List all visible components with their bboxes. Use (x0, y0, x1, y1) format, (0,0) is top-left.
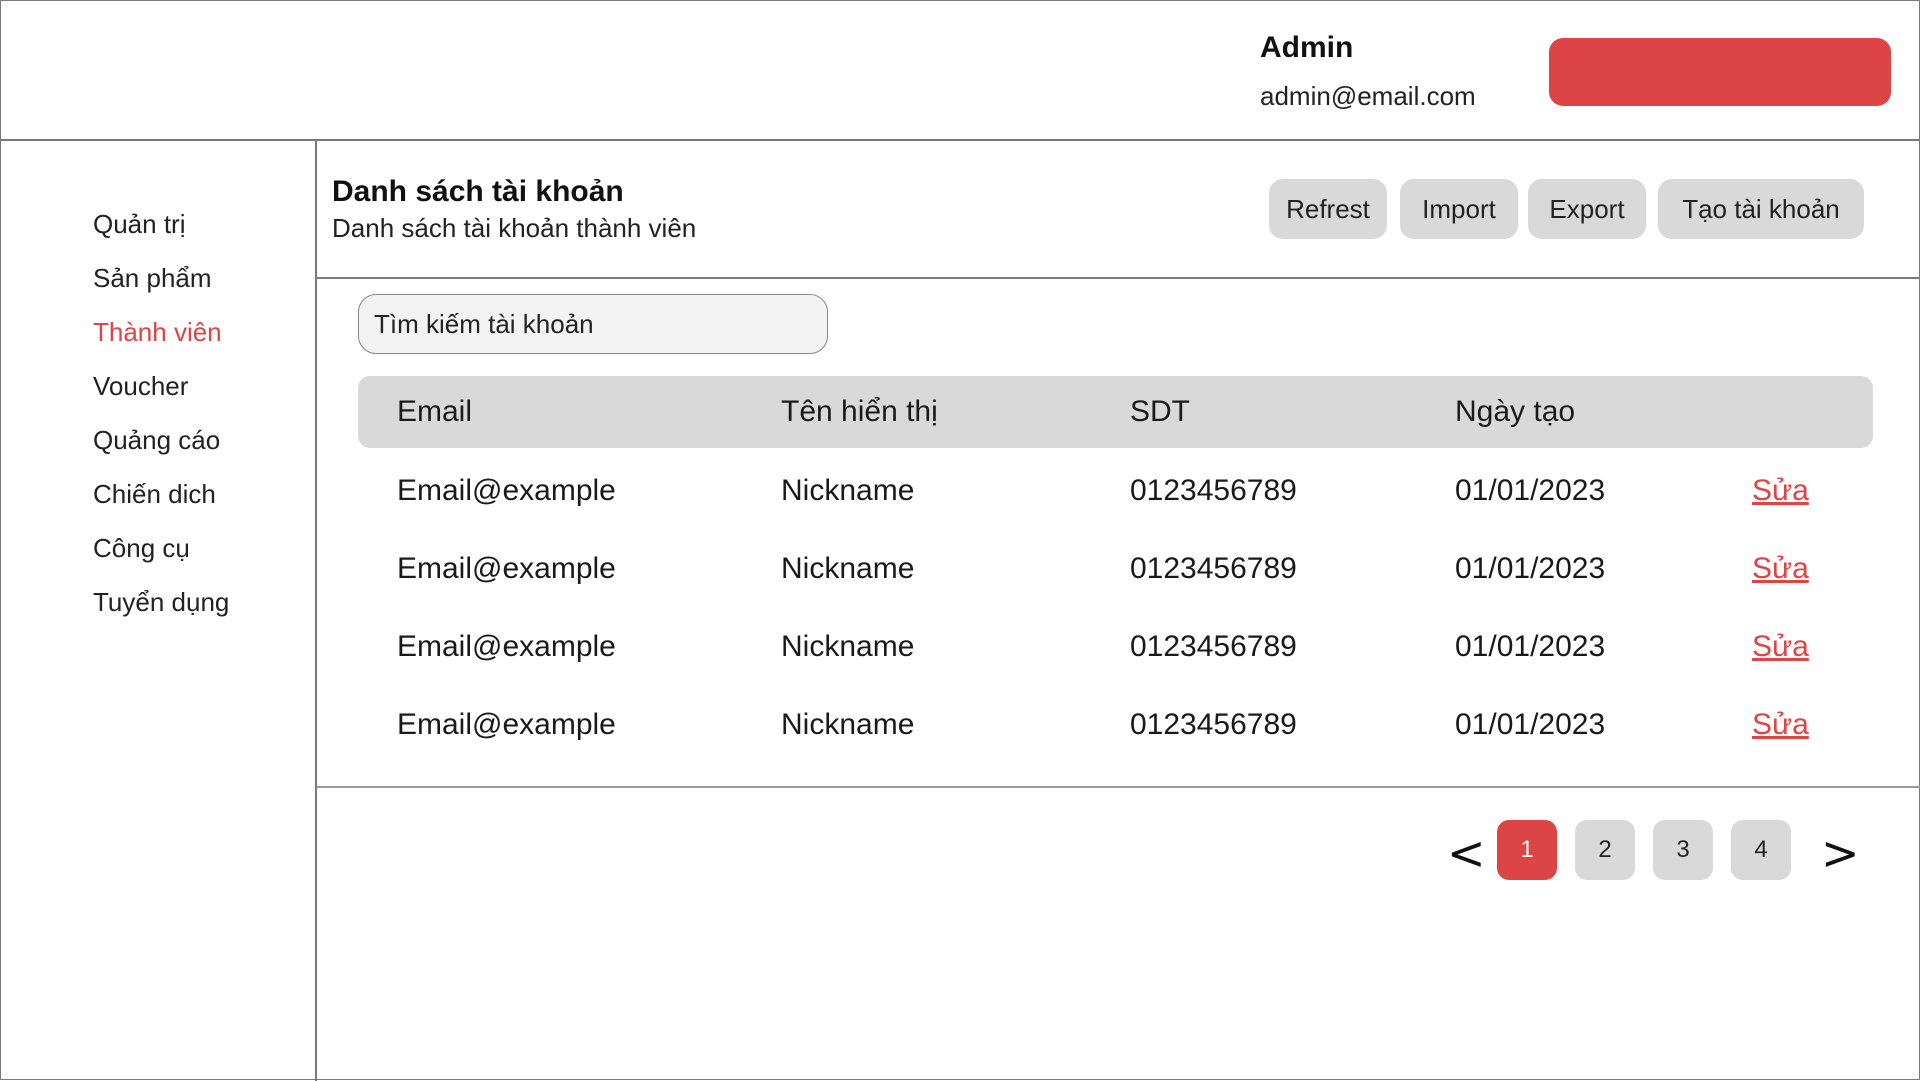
sidebar-item-quang-cao[interactable]: Quảng cáo (93, 425, 220, 456)
cell-nickname: Nickname (781, 708, 915, 741)
cell-nickname: Nickname (781, 474, 915, 507)
sidebar-item-san-pham[interactable]: Sản phẩm (93, 263, 212, 294)
user-email: admin@email.com (1260, 81, 1476, 111)
search-input[interactable] (358, 294, 828, 354)
cell-phone: 0123456789 (1130, 552, 1297, 585)
header-action-button[interactable] (1549, 38, 1891, 106)
cell-nickname: Nickname (781, 552, 915, 585)
table-row: Email@example Nickname 0123456789 01/01/… (358, 458, 1873, 536)
page-subtitle: Danh sách tài khoản thành viên (332, 213, 697, 243)
column-header-display-name[interactable]: Tên hiển thị (781, 395, 938, 429)
table-header: Email Tên hiển thị SDT Ngày tạo (358, 376, 1873, 448)
page-button-1[interactable]: 1 (1497, 820, 1557, 880)
refresh-button[interactable]: Refrest (1269, 179, 1387, 239)
cell-nickname: Nickname (781, 630, 915, 663)
cell-date: 01/01/2023 (1455, 474, 1606, 507)
column-header-email[interactable]: Email (397, 395, 472, 429)
cell-phone: 0123456789 (1130, 474, 1297, 507)
sidebar-item-tuyen-dung[interactable]: Tuyển dụng (93, 587, 229, 618)
edit-link[interactable]: Sửa (1752, 474, 1809, 508)
sidebar-item-thanh-vien[interactable]: Thành viên (93, 317, 222, 348)
page-header: Danh sách tài khoản Danh sách tài khoản … (317, 141, 1920, 279)
edit-link[interactable]: Sửa (1752, 630, 1809, 664)
sidebar-item-voucher[interactable]: Voucher (93, 371, 188, 402)
cell-email: Email@example (397, 552, 616, 585)
sidebar: Quản trị Sản phẩm Thành viên Voucher Quả… (1, 141, 317, 1081)
prev-page-button[interactable]: < (1447, 823, 1486, 883)
table-row: Email@example Nickname 0123456789 01/01/… (358, 614, 1873, 692)
app-frame: Admin admin@email.com Quản trị Sản phẩm … (0, 0, 1920, 1081)
table-row: Email@example Nickname 0123456789 01/01/… (358, 692, 1873, 770)
cell-phone: 0123456789 (1130, 708, 1297, 741)
cell-email: Email@example (397, 630, 616, 663)
user-name: Admin (1260, 31, 1354, 64)
page-button-3[interactable]: 3 (1653, 820, 1713, 880)
cell-date: 01/01/2023 (1455, 552, 1606, 585)
sidebar-item-chien-dich[interactable]: Chiến dich (93, 479, 216, 510)
export-button[interactable]: Export (1528, 179, 1646, 239)
page-button-2[interactable]: 2 (1575, 820, 1635, 880)
sidebar-item-quan-tri[interactable]: Quản trị (93, 209, 186, 240)
import-button[interactable]: Import (1400, 179, 1518, 239)
cell-date: 01/01/2023 (1455, 630, 1606, 663)
column-header-created-date[interactable]: Ngày tạo (1455, 395, 1575, 429)
cell-email: Email@example (397, 474, 616, 507)
table-divider (317, 786, 1920, 788)
create-account-button[interactable]: Tạo tài khoản (1658, 179, 1864, 239)
page-title: Danh sách tài khoản (332, 175, 624, 208)
top-header: Admin admin@email.com (1, 1, 1920, 141)
column-header-phone[interactable]: SDT (1130, 395, 1190, 429)
sidebar-item-cong-cu[interactable]: Công cụ (93, 533, 190, 564)
next-page-button[interactable]: > (1821, 823, 1860, 883)
cell-phone: 0123456789 (1130, 630, 1297, 663)
page-button-4[interactable]: 4 (1731, 820, 1791, 880)
edit-link[interactable]: Sửa (1752, 708, 1809, 742)
cell-date: 01/01/2023 (1455, 708, 1606, 741)
table-row: Email@example Nickname 0123456789 01/01/… (358, 536, 1873, 614)
cell-email: Email@example (397, 708, 616, 741)
edit-link[interactable]: Sửa (1752, 552, 1809, 586)
